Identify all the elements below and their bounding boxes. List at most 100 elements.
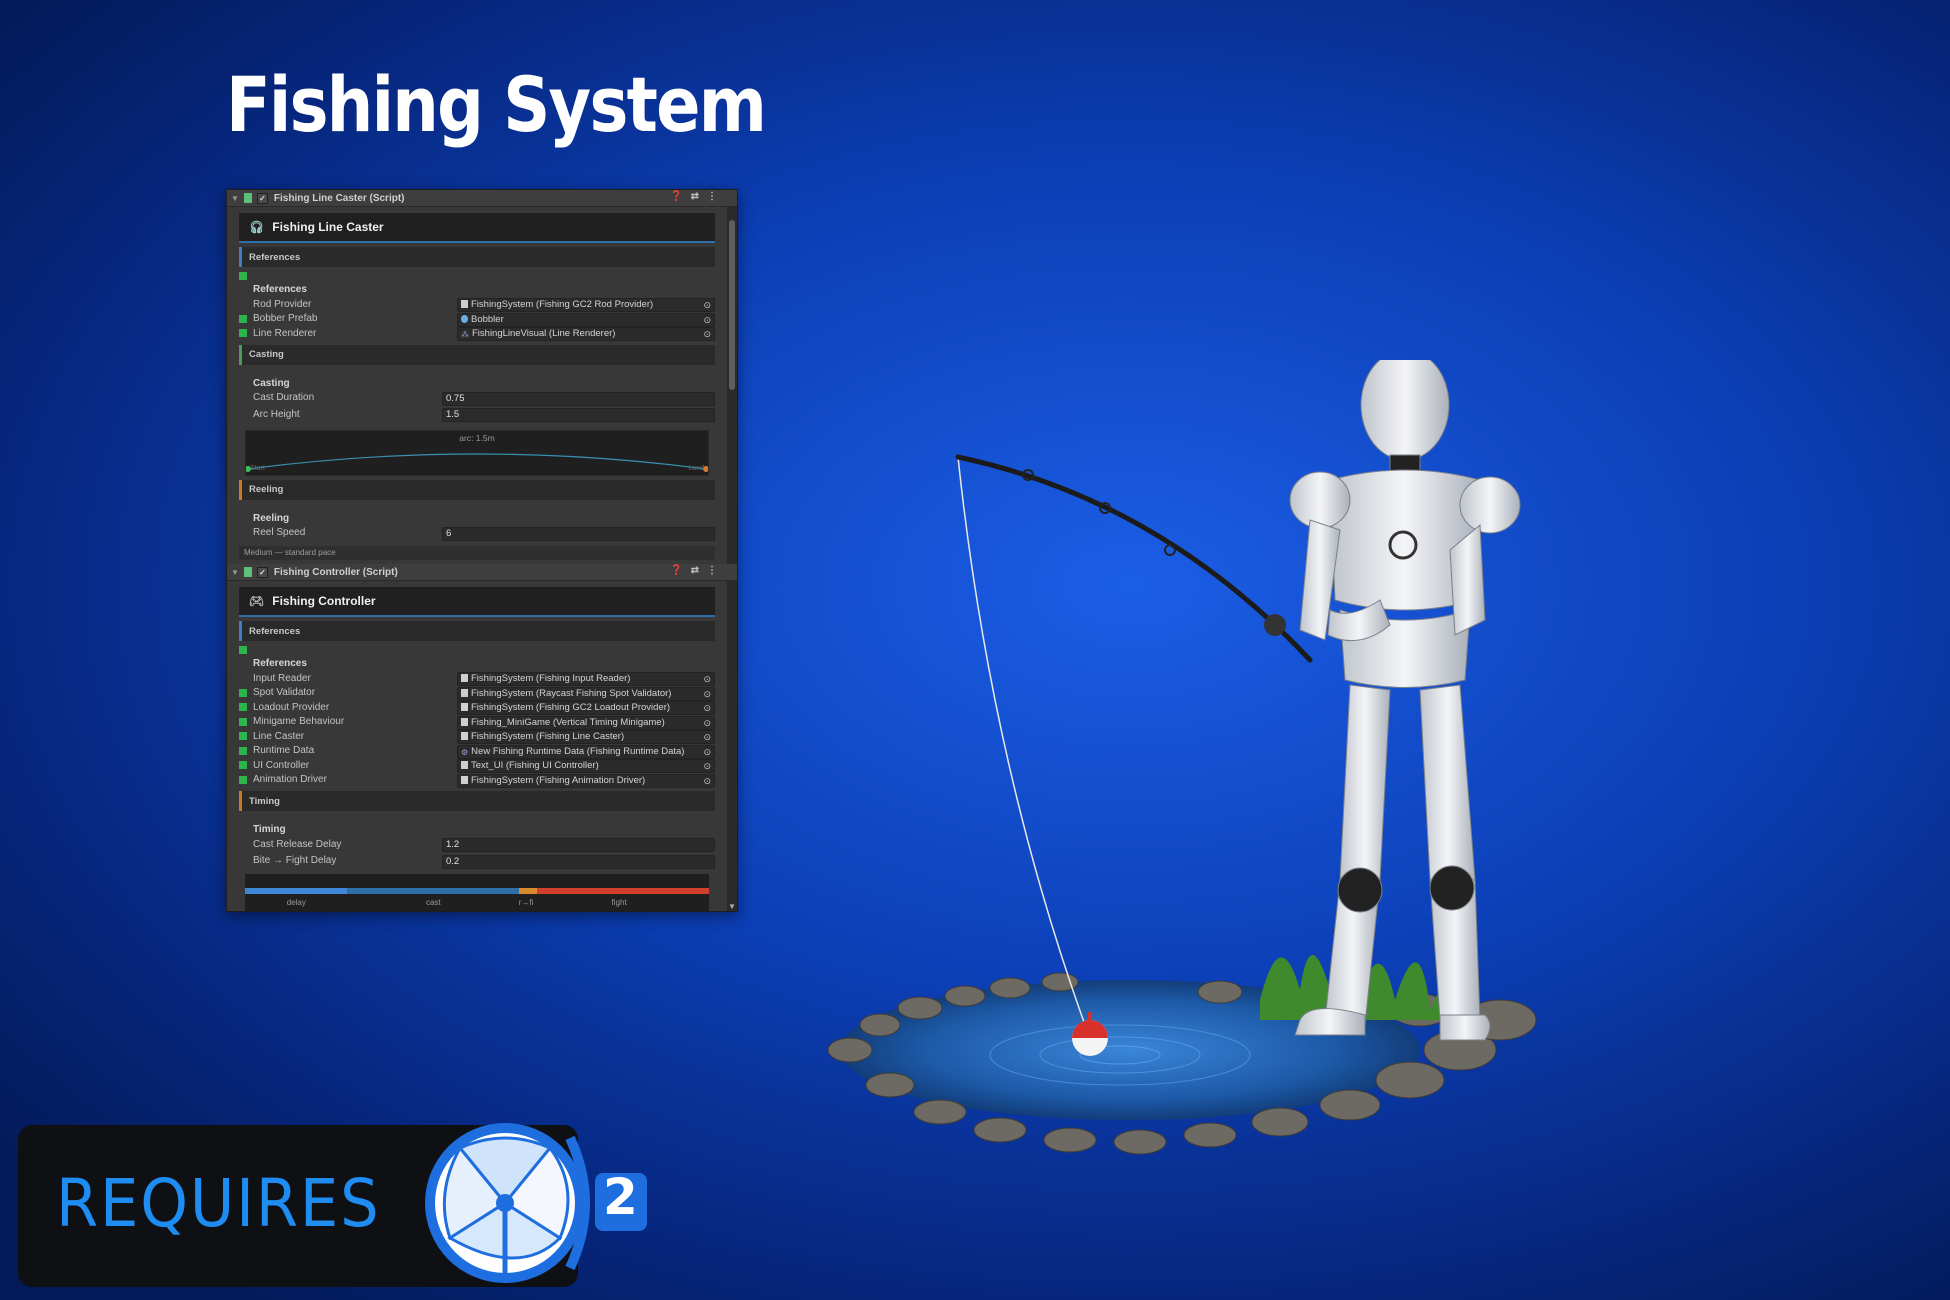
- section-label: Casting: [249, 349, 284, 360]
- caster-component-header[interactable]: ▼ ✓ Fishing Line Caster (Script) ❓ ⇄ ⋮: [227, 190, 737, 207]
- component-header-label: Fishing Controller (Script): [273, 566, 398, 578]
- controller-title: Fishing Controller: [272, 594, 376, 608]
- reeling-subhead: Reeling: [253, 512, 290, 524]
- cast-duration-input[interactable]: 0.75: [442, 391, 715, 406]
- field-row: Bite → Fight Delay 0.2: [239, 854, 715, 869]
- object-picker-icon[interactable]: ⊙: [703, 673, 711, 685]
- object-field[interactable]: FishingSystem (Raycast Fishing Spot Vali…: [457, 686, 715, 701]
- object-value: FishingSystem (Raycast Fishing Spot Vali…: [471, 687, 672, 699]
- object-field[interactable]: ⚙ New Fishing Runtime Data (Fishing Runti…: [457, 744, 715, 759]
- object-field[interactable]: ⁂ FishingLineVisual (Line Renderer) ⊙: [457, 327, 715, 341]
- field-label: Bobber Prefab: [253, 313, 318, 325]
- object-picker-icon[interactable]: ⊙: [703, 731, 711, 743]
- bite-fight-delay-input[interactable]: 0.2: [442, 854, 715, 869]
- object-picker-icon[interactable]: ⊙: [703, 328, 711, 340]
- field-row: Bobber Prefab Bobbler ⊙: [239, 312, 715, 327]
- timeline-label-cast: cast: [425, 898, 441, 907]
- references-section[interactable]: References: [239, 247, 715, 267]
- object-field[interactable]: Text_UI (Fishing UI Controller) ⊙: [457, 759, 715, 773]
- field-label: Input Reader: [253, 672, 311, 684]
- timeline-label-bite: r→fi: [518, 898, 534, 907]
- field-label: Cast Duration: [253, 392, 315, 404]
- scroll-down-arrow-icon[interactable]: ▼: [728, 902, 736, 911]
- casting-section[interactable]: Casting: [239, 344, 715, 365]
- object-value: FishingSystem (Fishing Animation Driver): [471, 774, 646, 786]
- foldout-arrow-icon[interactable]: ▼: [231, 568, 239, 577]
- object-picker-icon[interactable]: ⊙: [703, 760, 711, 772]
- references-section[interactable]: References: [239, 621, 715, 641]
- gamepad-icon: 🎮︎: [249, 594, 265, 608]
- field-row: Cast Duration 0.75: [239, 391, 715, 406]
- object-picker-icon[interactable]: ⊙: [703, 746, 711, 758]
- field-row: Input Reader FishingSystem (Fishing Input…: [239, 671, 715, 686]
- page-title: Fishing System: [226, 60, 767, 149]
- timing-section[interactable]: Timing: [239, 791, 715, 811]
- component-enabled-checkbox[interactable]: ✓: [256, 566, 268, 578]
- cast-release-delay-input[interactable]: 1.2: [442, 838, 715, 852]
- requires-label: REQUIRES: [56, 1165, 381, 1242]
- more-options-icon[interactable]: ⋮: [707, 565, 717, 576]
- object-field[interactable]: Fishing_MiniGame (Vertical Timing Miniga…: [457, 715, 715, 730]
- object-value: FishingSystem (Fishing GC2 Loadout Provi…: [471, 702, 671, 713]
- script-icon: [243, 567, 252, 577]
- section-label: References: [249, 251, 301, 263]
- status-marker: [239, 703, 247, 712]
- script-asset-icon: [461, 688, 468, 697]
- version-number: 2: [603, 1168, 638, 1226]
- object-field[interactable]: FishingSystem (Fishing Animation Driver)…: [457, 773, 715, 788]
- object-picker-icon[interactable]: ⊙: [703, 299, 711, 311]
- status-marker: [239, 646, 247, 654]
- controller-component-header[interactable]: ▼ ✓ Fishing Controller (Script) ❓ ⇄ ⋮: [227, 564, 737, 581]
- field-row: Loadout Provider FishingSystem (Fishing G…: [239, 700, 715, 715]
- status-marker: [239, 314, 247, 323]
- field-label: Line Caster: [253, 730, 305, 742]
- object-picker-icon[interactable]: ⊙: [703, 314, 711, 326]
- script-asset-icon: [461, 775, 468, 784]
- status-marker: [239, 746, 247, 755]
- object-picker-icon[interactable]: ⊙: [703, 775, 711, 787]
- script-asset-icon: [461, 674, 468, 682]
- scroll-thumb[interactable]: [729, 220, 735, 390]
- object-picker-icon[interactable]: ⊙: [703, 702, 711, 714]
- arc-height-input[interactable]: 1.5: [442, 408, 715, 422]
- object-picker-icon[interactable]: ⊙: [703, 688, 711, 700]
- arc-preview: arc: 1.5m Start Land: [245, 429, 709, 476]
- preset-icon[interactable]: ⇄: [691, 565, 699, 576]
- reel-speed-input[interactable]: 6: [442, 526, 715, 541]
- component-enabled-checkbox[interactable]: ✓: [256, 192, 268, 204]
- field-label: Animation Driver: [253, 774, 327, 786]
- object-value: FishingSystem (Fishing Input Reader): [471, 673, 631, 684]
- script-asset-icon: [461, 717, 468, 726]
- section-label: Timing: [249, 795, 280, 807]
- inspector-scrollbar[interactable]: ▼: [727, 190, 737, 911]
- foldout-arrow-icon[interactable]: ▼: [231, 194, 239, 203]
- help-icon[interactable]: ❓: [670, 565, 682, 576]
- timeline-label-delay: delay: [286, 898, 306, 907]
- object-field[interactable]: FishingSystem (Fishing Line Caster) ⊙: [457, 730, 715, 744]
- headset-icon: 🎧︎: [249, 220, 265, 234]
- arc-start-label: Start: [250, 464, 265, 472]
- object-picker-icon[interactable]: ⊙: [703, 717, 711, 729]
- status-marker: [239, 732, 247, 741]
- object-field[interactable]: FishingSystem (Fishing Input Reader) ⊙: [457, 672, 715, 686]
- field-row: UI Controller Text_UI (Fishing UI Control…: [239, 758, 715, 773]
- field-label: Spot Validator: [253, 687, 316, 699]
- field-label: UI Controller: [253, 759, 310, 771]
- object-field[interactable]: Bobbler ⊙: [457, 312, 715, 327]
- reeling-section[interactable]: Reeling: [239, 479, 715, 500]
- field-row: Cast Release Delay 1.2: [239, 837, 715, 852]
- component-header-label: Fishing Line Caster (Script): [273, 192, 405, 204]
- status-marker: [239, 761, 247, 770]
- object-field[interactable]: FishingSystem (Fishing GC2 Loadout Provi…: [457, 701, 715, 715]
- references-subhead: References: [253, 284, 307, 295]
- field-row: Line Renderer ⁂ FishingLineVisual (Line R…: [239, 326, 715, 341]
- timing-timeline: delay cast r→fi fight: [245, 874, 709, 911]
- object-value: Text_UI (Fishing UI Controller): [471, 760, 599, 771]
- more-options-icon[interactable]: ⋮: [707, 191, 717, 202]
- help-icon[interactable]: ❓: [670, 191, 682, 202]
- caster-title-bar: 🎧︎ Fishing Line Caster: [239, 213, 715, 243]
- object-field[interactable]: FishingSystem (Fishing GC2 Rod Provider)…: [457, 298, 715, 312]
- status-marker: [239, 688, 247, 697]
- timeline-bite-segment: [518, 888, 538, 894]
- preset-icon[interactable]: ⇄: [691, 191, 699, 202]
